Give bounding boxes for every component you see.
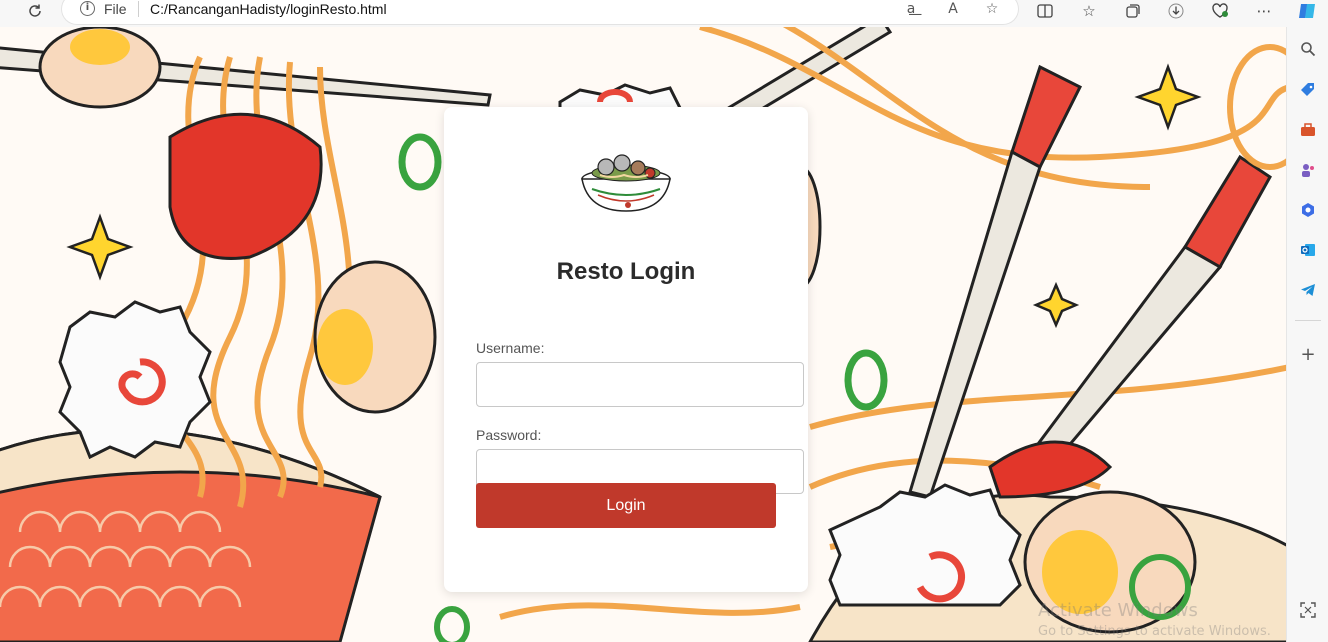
split-screen-icon[interactable] bbox=[1032, 0, 1058, 22]
password-label: Password: bbox=[476, 427, 542, 443]
outlook-icon[interactable] bbox=[1297, 239, 1319, 261]
telegram-icon[interactable] bbox=[1297, 279, 1319, 301]
screenshot-icon[interactable] bbox=[1297, 599, 1319, 621]
favorites-icon[interactable]: ☆ bbox=[1076, 0, 1102, 22]
login-title: Resto Login bbox=[556, 258, 696, 285]
favorite-star-icon[interactable]: ☆ bbox=[981, 0, 1003, 20]
info-icon[interactable]: i bbox=[80, 1, 95, 16]
copilot-icon[interactable] bbox=[1294, 0, 1320, 22]
username-label: Username: bbox=[476, 340, 545, 356]
tools-icon[interactable] bbox=[1297, 119, 1319, 141]
read-aloud-translate-icon[interactable]: a͟ bbox=[900, 0, 922, 20]
browser-essentials-icon[interactable] bbox=[1207, 0, 1233, 22]
shopping-tag-icon[interactable] bbox=[1297, 79, 1319, 101]
address-scheme-label: File bbox=[104, 1, 127, 17]
microsoft365-icon[interactable] bbox=[1297, 199, 1319, 221]
activate-windows-title: Activate Windows bbox=[1038, 600, 1198, 621]
search-icon[interactable] bbox=[1297, 38, 1319, 60]
login-button[interactable]: Login bbox=[476, 483, 776, 528]
username-input[interactable] bbox=[476, 362, 804, 407]
collections-icon[interactable] bbox=[1120, 0, 1146, 22]
browser-toolbar: i File C:/RancanganHadisty/loginResto.ht… bbox=[0, 0, 1328, 27]
activate-windows-subtitle: Go to Settings to activate Windows. bbox=[1038, 624, 1271, 639]
reader-view-icon[interactable]: A bbox=[942, 0, 964, 20]
login-card: Resto Login Username: Password: Login bbox=[444, 107, 808, 592]
address-url[interactable]: C:/RancanganHadisty/loginResto.html bbox=[150, 1, 387, 17]
browser-sidebar: + bbox=[1286, 27, 1328, 642]
refresh-icon[interactable] bbox=[22, 0, 48, 22]
ramen-bowl-logo bbox=[581, 154, 671, 212]
games-icon[interactable] bbox=[1297, 159, 1319, 181]
address-bar[interactable]: i File C:/RancanganHadisty/loginResto.ht… bbox=[62, 0, 1018, 24]
add-icon[interactable]: + bbox=[1297, 343, 1319, 365]
downloads-icon[interactable] bbox=[1163, 0, 1189, 22]
page-viewport: Resto Login Username: Password: Login Ac… bbox=[0, 27, 1286, 642]
address-separator bbox=[138, 1, 139, 17]
more-icon[interactable]: ⋯ bbox=[1251, 0, 1277, 22]
sidebar-divider bbox=[1295, 320, 1321, 321]
